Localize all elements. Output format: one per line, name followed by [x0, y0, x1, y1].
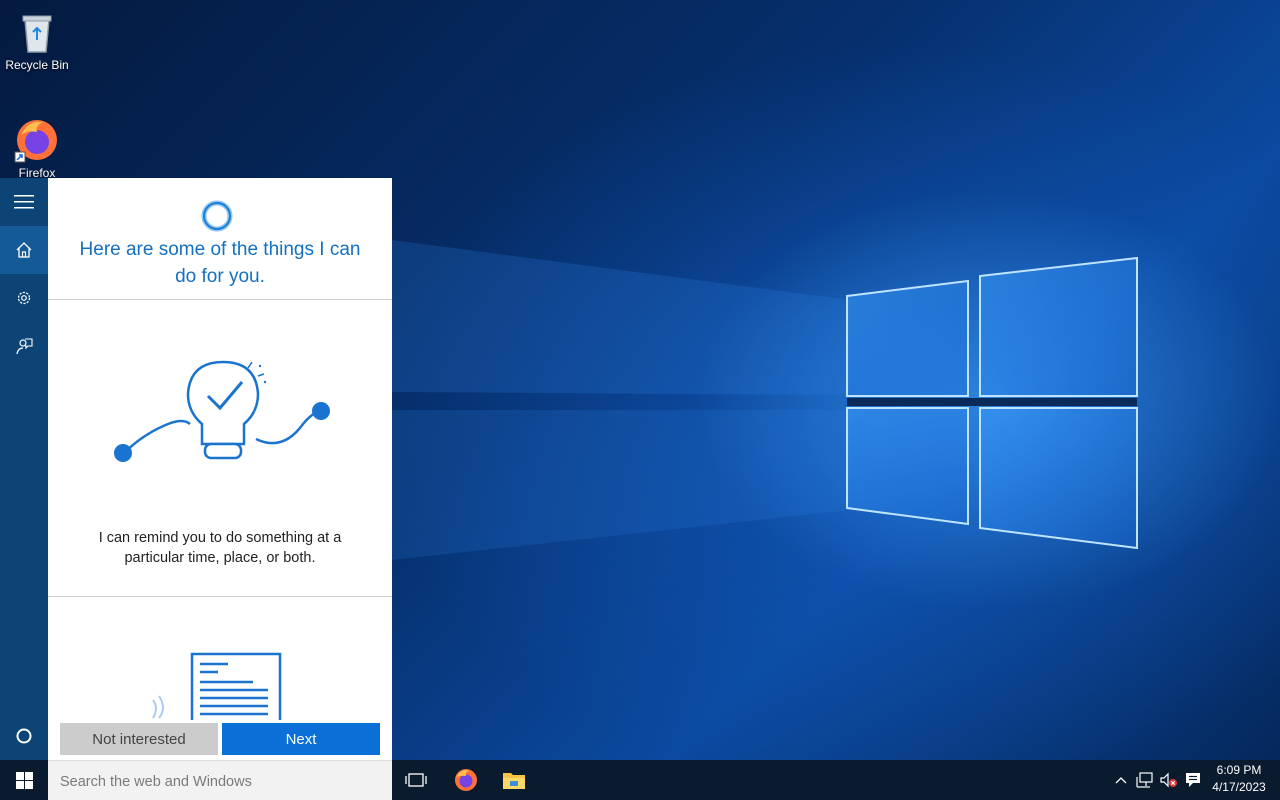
clock-time: 6:09 PM [1216, 763, 1262, 777]
cortana-circle-icon [16, 728, 32, 744]
cortana-ring-icon [201, 200, 233, 232]
gear-icon [17, 291, 31, 305]
firefox-icon [455, 769, 477, 791]
lightbulb-reminder-illustration [114, 360, 330, 462]
system-clock[interactable]: 6:09 PM 4/17/2023 [1206, 762, 1272, 796]
divider [48, 299, 392, 300]
desktop-icon-label: Recycle Bin [5, 58, 69, 72]
chevron-up-icon [1115, 777, 1127, 784]
show-hidden-icons-button[interactable] [1110, 760, 1132, 800]
home-button[interactable] [0, 226, 48, 274]
taskbar-file-explorer[interactable] [494, 760, 534, 800]
cortana-side-rail [0, 178, 48, 760]
cortana-heading: Here are some of the things I can do for… [48, 236, 392, 290]
caption-line: I can remind you to do something at a [98, 530, 342, 546]
heading-line: do for you. [175, 266, 265, 287]
caption-line: particular time, place, or both. [124, 550, 316, 566]
desktop-icon-firefox[interactable]: Firefox [0, 116, 74, 180]
action-center-icon [1186, 773, 1200, 787]
home-icon [16, 242, 32, 258]
windows-logo-icon [15, 771, 33, 789]
next-button[interactable]: Next [222, 723, 380, 755]
action-center-button[interactable] [1182, 760, 1204, 800]
volume-button[interactable] [1158, 760, 1180, 800]
heading-line: Here are some of the things I can [79, 239, 361, 260]
hamburger-menu-button[interactable] [0, 178, 48, 226]
hamburger-menu-icon [14, 195, 34, 209]
divider [48, 596, 392, 597]
volume-muted-icon [1160, 772, 1177, 788]
network-button[interactable] [1134, 760, 1156, 800]
clock-date: 4/17/2023 [1212, 780, 1266, 794]
taskbar-search-box[interactable] [48, 760, 392, 800]
file-explorer-icon [503, 773, 525, 789]
taskbar-firefox[interactable] [446, 760, 486, 800]
search-input[interactable] [58, 769, 382, 795]
not-interested-button[interactable]: Not interested [60, 723, 218, 755]
start-button[interactable] [0, 760, 48, 800]
document-illustration [152, 652, 282, 720]
desktop-icon-recycle-bin[interactable]: Recycle Bin [0, 8, 74, 72]
task-view-icon [405, 773, 427, 787]
feedback-icon [16, 338, 33, 355]
firefox-icon [13, 116, 61, 164]
recycle-bin-icon [13, 8, 61, 56]
settings-button[interactable] [0, 274, 48, 322]
cortana-panel: Here are some of the things I can do for… [48, 178, 392, 760]
feedback-button[interactable] [0, 322, 48, 370]
cortana-caption: I can remind you to do something at a pa… [78, 528, 362, 568]
network-icon [1136, 772, 1153, 788]
cortana-button[interactable] [0, 712, 48, 760]
task-view-button[interactable] [396, 760, 436, 800]
